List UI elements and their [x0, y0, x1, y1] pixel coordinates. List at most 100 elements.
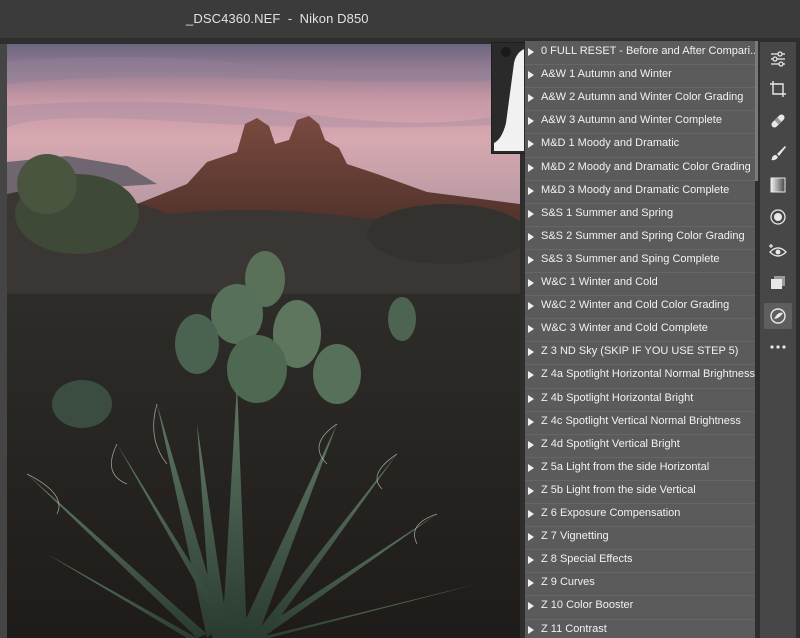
preset-divider [525, 133, 755, 135]
preset-divider [525, 295, 755, 297]
expand-arrow-icon[interactable] [528, 510, 534, 518]
expand-arrow-icon[interactable] [528, 140, 534, 149]
expand-arrow-icon[interactable] [528, 94, 534, 103]
preset-item[interactable]: Z 4d Spotlight Vertical Bright [525, 434, 755, 457]
expand-arrow-icon[interactable] [528, 232, 534, 241]
expand-arrow-icon[interactable] [528, 579, 534, 588]
radial-filter-icon[interactable] [764, 204, 792, 230]
crop-icon[interactable] [764, 76, 792, 102]
preset-label: Z 6 Exposure Compensation [541, 507, 681, 519]
preset-item[interactable]: S&S 3 Summer and Sping Complete [525, 249, 755, 272]
expand-arrow-icon[interactable] [528, 348, 534, 357]
preset-divider [525, 479, 755, 481]
preset-label: Z 4b Spotlight Horizontal Bright [541, 391, 694, 404]
preset-divider [525, 87, 755, 89]
preset-item[interactable]: A&W 1 Autumn and Winter [525, 64, 755, 87]
expand-arrow-icon[interactable] [528, 279, 534, 287]
gradient-icon[interactable] [764, 172, 792, 198]
bandage-icon[interactable] [764, 108, 792, 134]
red-eye-icon[interactable] [764, 238, 792, 264]
preset-item[interactable]: W&C 1 Winter and Cold [525, 272, 755, 295]
preset-divider [525, 272, 755, 273]
expand-arrow-icon[interactable] [528, 371, 534, 380]
preset-item[interactable]: M&D 2 Moody and Dramatic Color Grading [525, 157, 755, 180]
more-icon[interactable] [764, 334, 792, 360]
expand-arrow-icon[interactable] [528, 186, 534, 195]
expand-arrow-icon[interactable] [528, 163, 534, 172]
expand-arrow-icon[interactable] [528, 533, 534, 542]
preset-divider [525, 526, 755, 528]
preset-item[interactable]: W&C 3 Winter and Cold Complete [525, 318, 755, 341]
preset-item[interactable]: S&S 1 Summer and Spring [525, 203, 755, 226]
expand-arrow-icon[interactable] [528, 440, 534, 449]
preset-item[interactable]: A&W 3 Autumn and Winter Complete [525, 110, 755, 133]
preset-item[interactable]: M&D 1 Moody and Dramatic [525, 133, 755, 156]
presets-scrollbar[interactable] [755, 41, 758, 181]
presets-icon[interactable] [764, 270, 792, 296]
expand-arrow-icon[interactable] [528, 556, 534, 565]
preset-label: Z 8 Special Effects [541, 553, 633, 566]
histogram-graph [494, 47, 524, 151]
preset-item[interactable]: 0 FULL RESET - Before and After Compari.… [525, 41, 755, 64]
preset-divider [525, 503, 755, 504]
expand-arrow-icon[interactable] [528, 209, 534, 218]
expand-arrow-icon[interactable] [528, 325, 534, 334]
expand-arrow-icon[interactable] [528, 625, 534, 634]
preset-divider [525, 456, 755, 458]
preset-item[interactable]: Z 5a Light from the side Horizontal [525, 457, 755, 480]
expand-arrow-icon[interactable] [528, 255, 534, 264]
expand-arrow-icon[interactable] [528, 71, 534, 80]
preset-item[interactable]: Z 4c Spotlight Vertical Normal Brightnes… [525, 411, 755, 434]
expand-arrow-icon[interactable] [528, 486, 534, 495]
preset-divider [525, 549, 755, 551]
preset-item[interactable]: Z 4b Spotlight Horizontal Bright [525, 388, 755, 411]
preset-item[interactable]: W&C 2 Winter and Cold Color Grading [525, 295, 755, 318]
preset-label: Z 7 Vignetting [541, 530, 609, 543]
preset-label: W&C 3 Winter and Cold Complete [541, 322, 708, 335]
title-bar: _DSC4360.NEF - Nikon D850 [0, 0, 800, 38]
presets-panel: 0 FULL RESET - Before and After Compari.… [525, 41, 755, 638]
preset-divider [525, 225, 755, 227]
preset-item[interactable]: Z 7 Vignetting [525, 526, 755, 549]
photo-preview[interactable] [7, 44, 520, 638]
preset-divider [525, 341, 755, 343]
expand-arrow-icon[interactable] [528, 394, 534, 403]
preset-item[interactable]: Z 8 Special Effects [525, 549, 755, 572]
clipping-indicator-icon [501, 47, 511, 57]
preset-item[interactable]: S&S 2 Summer and Spring Color Grading [525, 226, 755, 249]
expand-arrow-icon[interactable] [528, 302, 534, 311]
window-title: _DSC4360.NEF - Nikon D850 [186, 11, 369, 26]
expand-arrow-icon[interactable] [528, 417, 534, 426]
preset-item[interactable]: A&W 2 Autumn and Winter Color Grading [525, 87, 755, 110]
preset-item[interactable]: Z 3 ND Sky (SKIP IF YOU USE STEP 5) [525, 341, 755, 364]
preset-item[interactable]: Z 4a Spotlight Horizontal Normal Brightn… [525, 364, 755, 387]
sliders-icon[interactable] [764, 46, 792, 72]
preset-label: Z 4c Spotlight Vertical Normal Brightnes… [541, 414, 741, 427]
preset-label: W&C 2 Winter and Cold Color Grading [541, 299, 730, 312]
expand-arrow-icon[interactable] [528, 48, 534, 56]
preset-divider [525, 110, 755, 112]
left-panel-edge [0, 44, 7, 638]
preset-item[interactable]: Z 6 Exposure Compensation [525, 503, 755, 526]
preset-divider [525, 618, 755, 620]
preset-item[interactable]: Z 10 Color Booster [525, 595, 755, 618]
preset-label: S&S 3 Summer and Sping Complete [541, 252, 720, 265]
preset-label: Z 4a Spotlight Horizontal Normal Brightn… [541, 368, 755, 381]
preset-divider [525, 64, 755, 66]
preset-label: M&D 1 Moody and Dramatic [541, 137, 680, 150]
preset-item[interactable]: Z 5b Light from the side Vertical [525, 480, 755, 503]
brush-icon[interactable] [764, 140, 792, 166]
right-toolbar [760, 42, 796, 638]
expand-arrow-icon[interactable] [528, 463, 534, 472]
preset-item[interactable]: Z 11 Contrast [525, 619, 755, 638]
preset-item[interactable]: Z 9 Curves [525, 572, 755, 595]
preset-item[interactable]: M&D 3 Moody and Dramatic Complete [525, 180, 755, 203]
preset-label: Z 5a Light from the side Horizontal [541, 460, 710, 473]
preset-label: A&W 2 Autumn and Winter Color Grading [541, 91, 744, 104]
preset-divider [525, 595, 755, 597]
masking-icon[interactable] [764, 303, 792, 329]
preset-divider [525, 572, 755, 574]
expand-arrow-icon[interactable] [528, 117, 534, 126]
preset-label: Z 3 ND Sky (SKIP IF YOU USE STEP 5) [541, 345, 739, 358]
expand-arrow-icon[interactable] [528, 602, 534, 611]
